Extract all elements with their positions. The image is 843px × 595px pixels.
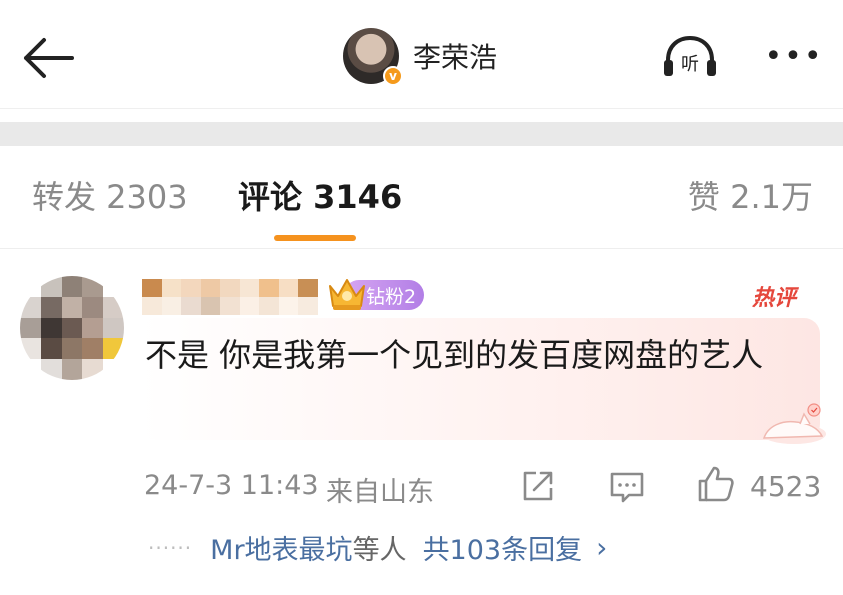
tab-like[interactable]: 赞 2.1万 xyxy=(688,172,813,218)
reply-button[interactable] xyxy=(608,470,646,504)
tab-comment[interactable]: 评论 3146 xyxy=(238,172,402,218)
active-tab-indicator xyxy=(274,235,356,241)
thumbs-up-icon xyxy=(698,466,734,502)
replies-dots: ······ xyxy=(148,535,193,560)
comment-text: 不是 你是我第一个见到的发百度网盘的艺人 xyxy=(145,336,764,374)
replies-summary[interactable]: ······ Mr地表最坑 等人 共103条回复 › xyxy=(148,528,607,567)
like-count: 4523 xyxy=(750,470,822,503)
author-avatar[interactable]: v xyxy=(343,28,403,86)
tab-repost[interactable]: 转发 2303 xyxy=(32,172,188,218)
more-dots-icon: ••• xyxy=(764,38,824,74)
crown-icon xyxy=(326,276,368,312)
more-button[interactable]: ••• xyxy=(764,36,824,76)
verified-badge: v xyxy=(383,66,403,86)
back-arrow-icon xyxy=(24,38,74,78)
section-separator xyxy=(0,122,843,146)
listen-headphones-icon: 听 xyxy=(664,35,716,76)
reply-count-link[interactable]: 共103条回复 xyxy=(423,528,583,567)
comment-location: 来自山东 xyxy=(326,477,434,508)
hot-comment-tag: 热评 xyxy=(752,286,797,311)
listen-label: 听 xyxy=(681,54,699,75)
commenter-avatar[interactable] xyxy=(20,276,124,380)
reply-etc-label: 等人 xyxy=(352,535,407,566)
back-button[interactable] xyxy=(18,30,78,86)
comment-time: 24-7-3 11:43 xyxy=(144,470,319,501)
header-title[interactable]: v 李荣浩 xyxy=(343,28,497,86)
cat-decoration-icon xyxy=(742,400,832,446)
share-button[interactable] xyxy=(520,468,556,504)
commenter-name-pixelated[interactable] xyxy=(142,279,318,315)
like-button[interactable] xyxy=(696,464,736,504)
divider xyxy=(0,248,843,249)
author-name[interactable]: 李荣浩 xyxy=(413,36,497,76)
comment-icon xyxy=(610,472,644,503)
share-icon xyxy=(523,471,553,501)
reply-user-link[interactable]: Mr地表最坑 xyxy=(210,528,352,567)
chevron-right-icon: › xyxy=(596,531,608,564)
listen-button[interactable]: 听 xyxy=(660,32,720,80)
